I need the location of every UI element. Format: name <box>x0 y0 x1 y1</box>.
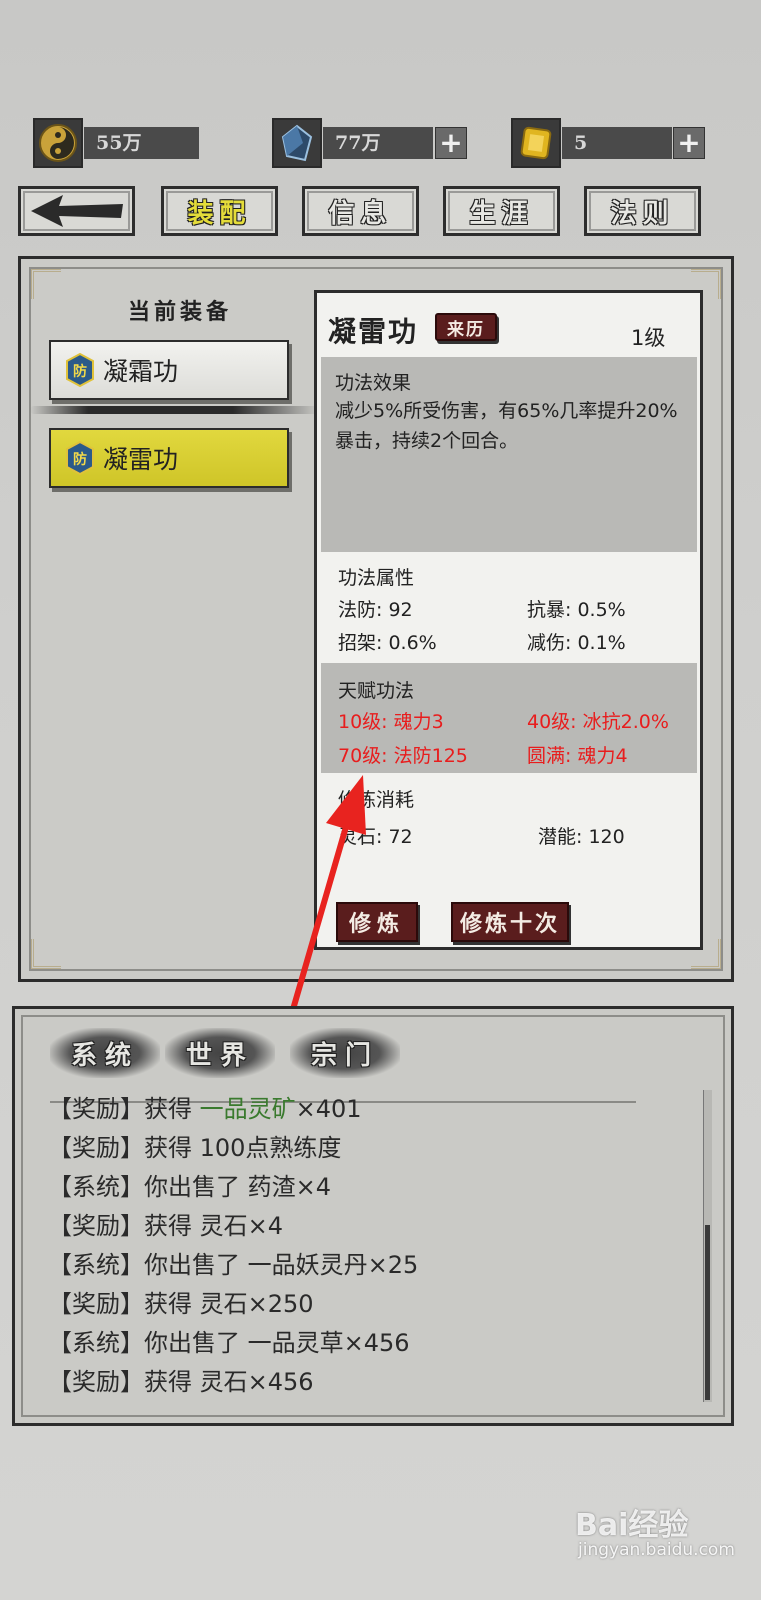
chat-line: 【奖励】获得 100点熟练度 <box>48 1134 342 1162</box>
watermark-logo: Bai经验 <box>575 1508 689 1543</box>
add-gem-button[interactable]: + <box>673 127 705 159</box>
talent-lv10: 10级: 魂力3 <box>338 711 444 733</box>
attr-parry: 招架: 0.6% <box>338 632 437 654</box>
origin-button[interactable]: 来历 <box>435 313 497 341</box>
equip-header: 当前装备 <box>127 299 232 325</box>
chat-log: 【奖励】获得 一品灵矿×401 【奖励】获得 100点熟练度 【系统】你出售了 … <box>48 1090 688 1402</box>
train-ten-button[interactable]: 修炼十次 <box>451 902 569 942</box>
talent-lv40: 40级: 冰抗2.0% <box>527 711 669 733</box>
equip-item-thunder[interactable]: 防 凝雷功 <box>49 428 289 488</box>
watermark-url: jingyan.baidu.com <box>578 1540 735 1560</box>
yin-yang-icon <box>33 118 83 168</box>
gold-gem-icon <box>511 118 561 168</box>
resource-value-2: 77万 <box>323 127 433 159</box>
chat-scrollbar-thumb[interactable] <box>705 1225 710 1400</box>
effect-title: 功法效果 <box>335 372 412 394</box>
blue-crystal-icon <box>272 118 322 168</box>
chat-tab-world[interactable]: 世界 <box>165 1028 275 1078</box>
svg-text:防: 防 <box>73 451 87 468</box>
resource-value-3: 5 <box>562 127 672 159</box>
attr-magic-def: 法防: 92 <box>338 599 413 621</box>
tab-info[interactable]: 信息 <box>302 186 419 236</box>
chat-scrollbar[interactable] <box>703 1090 712 1402</box>
talent-full: 圆满: 魂力4 <box>527 745 628 767</box>
equip-item-label: 凝霜功 <box>103 357 179 386</box>
chat-line: 【奖励】获得 一品灵矿×401 <box>48 1095 362 1123</box>
talent-lv70: 70级: 法防125 <box>338 745 468 767</box>
attr-title: 功法属性 <box>338 567 415 589</box>
defense-badge-icon: 防 <box>66 441 94 475</box>
corner-ornament <box>31 269 61 299</box>
chat-tab-sect[interactable]: 宗门 <box>290 1028 400 1078</box>
resource-value-1: 55万 <box>84 127 199 159</box>
attr-damage-reduction: 减伤: 0.1% <box>527 632 626 654</box>
chat-line: 【奖励】获得 灵石×250 <box>48 1290 314 1318</box>
effect-text: 减少5%所受伤害，有65%几率提升20%暴击，持续2个回合。 <box>335 400 678 452</box>
back-arrow-icon <box>30 195 123 227</box>
tab-career[interactable]: 生涯 <box>443 186 560 236</box>
skill-level: 1级 <box>631 326 666 350</box>
tab-equip[interactable]: 装配 <box>161 186 278 236</box>
equip-item-label: 凝雷功 <box>103 445 179 474</box>
attr-crit-resist: 抗暴: 0.5% <box>527 599 626 621</box>
chat-tab-system[interactable]: 系统 <box>50 1028 160 1078</box>
defense-badge-icon: 防 <box>66 353 94 387</box>
skill-name: 凝雷功 <box>328 315 419 348</box>
chat-line: 【系统】你出售了 一品妖灵丹×25 <box>48 1251 419 1279</box>
corner-ornament <box>31 939 61 969</box>
chat-line: 【奖励】获得 灵石×456 <box>48 1368 314 1396</box>
back-button[interactable] <box>18 186 135 236</box>
svg-text:防: 防 <box>73 363 87 380</box>
add-crystal-button[interactable]: + <box>435 127 467 159</box>
selection-divider <box>30 406 320 414</box>
talent-title: 天赋功法 <box>338 680 415 702</box>
cost-potential: 潜能: 120 <box>538 826 625 848</box>
chat-line: 【系统】你出售了 一品灵草×456 <box>48 1329 410 1357</box>
chat-line: 【奖励】获得 灵石×4 <box>48 1212 284 1240</box>
tab-rules[interactable]: 法则 <box>584 186 701 236</box>
chat-line: 【系统】你出售了 药渣×4 <box>48 1173 332 1201</box>
equip-item-frost[interactable]: 防 凝霜功 <box>49 340 289 400</box>
